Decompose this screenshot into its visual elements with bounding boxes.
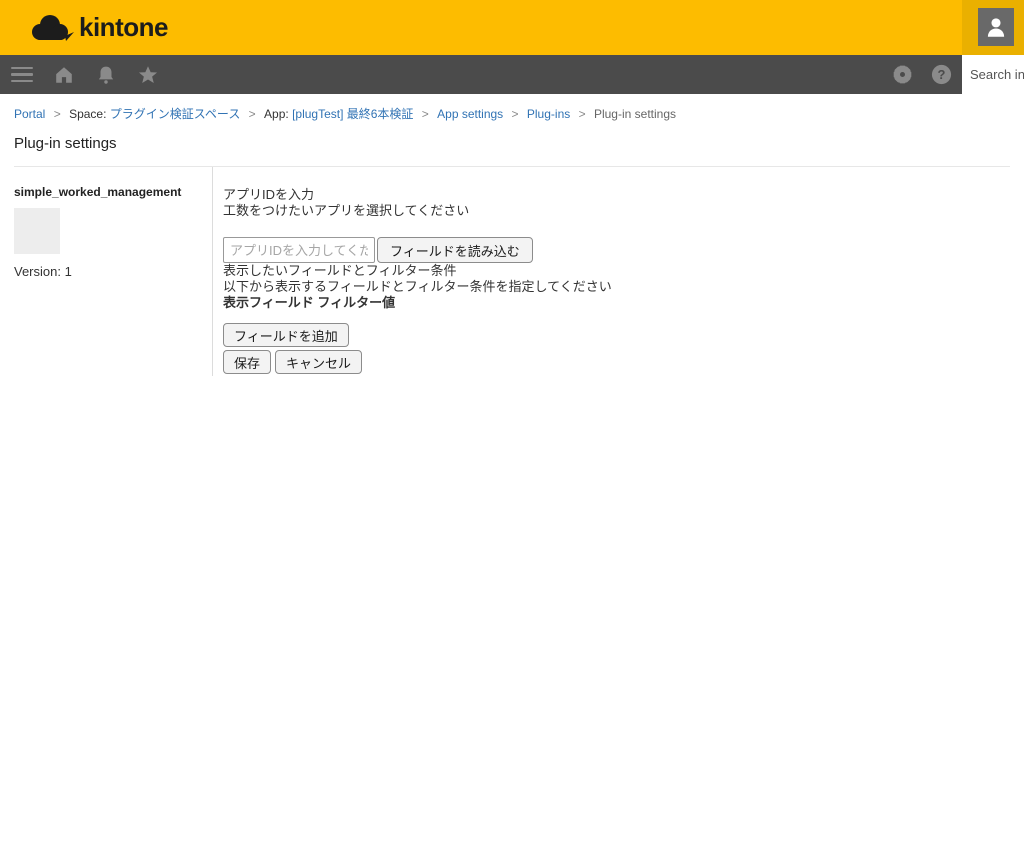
svg-text:?: ? — [937, 67, 945, 82]
plugin-icon — [14, 208, 60, 254]
breadcrumb-app-link[interactable]: [plugTest] 最終6本検証 — [292, 107, 413, 121]
save-button[interactable]: 保存 — [223, 350, 271, 374]
breadcrumb-separator: > — [54, 107, 61, 121]
kintone-logo[interactable]: kintone — [0, 0, 168, 55]
add-field-button[interactable]: フィールドを追加 — [223, 323, 349, 347]
kintone-logo-text: kintone — [79, 12, 168, 43]
user-area — [962, 0, 1024, 55]
filter-section-desc: 以下から表示するフィールドとフィルター条件を指定してください — [223, 279, 612, 295]
home-icon[interactable] — [52, 63, 76, 87]
main-toolbar: ? Search in — [0, 55, 1024, 94]
toolbar-right: ? — [890, 63, 962, 87]
gear-icon[interactable] — [890, 63, 914, 87]
app-id-row: フィールドを読み込む — [223, 237, 612, 263]
help-icon[interactable]: ? — [929, 63, 953, 87]
breadcrumb-space-link[interactable]: プラグイン検証スペース — [110, 107, 241, 121]
form-actions: 保存 キャンセル — [223, 350, 612, 374]
load-fields-button[interactable]: フィールドを読み込む — [377, 237, 533, 263]
breadcrumb-separator: > — [512, 107, 519, 121]
kintone-cloud-icon — [30, 13, 74, 43]
toolbar-left — [0, 63, 890, 87]
fields-table-header: 表示フィールド フィルター値 — [223, 295, 612, 311]
breadcrumb: Portal > Space: プラグイン検証スペース > App: [plug… — [0, 94, 1024, 122]
breadcrumb-separator: > — [579, 107, 586, 121]
breadcrumb-app-settings[interactable]: App settings — [437, 107, 503, 121]
top-header: kintone — [0, 0, 1024, 55]
cancel-button[interactable]: キャンセル — [275, 350, 362, 374]
plugin-settings-content: simple_worked_management Version: 1 アプリI… — [0, 167, 1024, 376]
search-input[interactable]: Search in — [962, 55, 1024, 94]
breadcrumb-plugins[interactable]: Plug-ins — [527, 107, 570, 121]
bell-icon[interactable] — [94, 63, 118, 87]
plugin-settings-form: アプリIDを入力 工数をつけたいアプリを選択してください フィールドを読み込む … — [213, 167, 612, 376]
breadcrumb-current: Plug-in settings — [594, 107, 676, 121]
plugin-version: Version: 1 — [14, 264, 212, 279]
breadcrumb-space: Space: プラグイン検証スペース — [69, 107, 240, 121]
breadcrumb-portal[interactable]: Portal — [14, 107, 45, 121]
filter-section-title: 表示したいフィールドとフィルター条件 — [223, 263, 612, 279]
add-field-row: フィールドを追加 — [223, 323, 612, 347]
plugin-name: simple_worked_management — [14, 185, 212, 199]
page-title: Plug-in settings — [14, 135, 1010, 152]
breadcrumb-separator: > — [422, 107, 429, 121]
app-id-input[interactable] — [223, 237, 375, 263]
user-avatar-icon — [983, 14, 1009, 40]
plugin-sidebar: simple_worked_management Version: 1 — [0, 167, 213, 376]
hamburger-menu-icon[interactable] — [10, 63, 34, 87]
app-id-section-title: アプリIDを入力 — [223, 187, 612, 203]
app-id-section-desc: 工数をつけたいアプリを選択してください — [223, 203, 612, 219]
breadcrumb-app: App: [plugTest] 最終6本検証 — [264, 107, 413, 121]
avatar[interactable] — [978, 8, 1014, 46]
breadcrumb-separator: > — [249, 107, 256, 121]
star-icon[interactable] — [136, 63, 160, 87]
